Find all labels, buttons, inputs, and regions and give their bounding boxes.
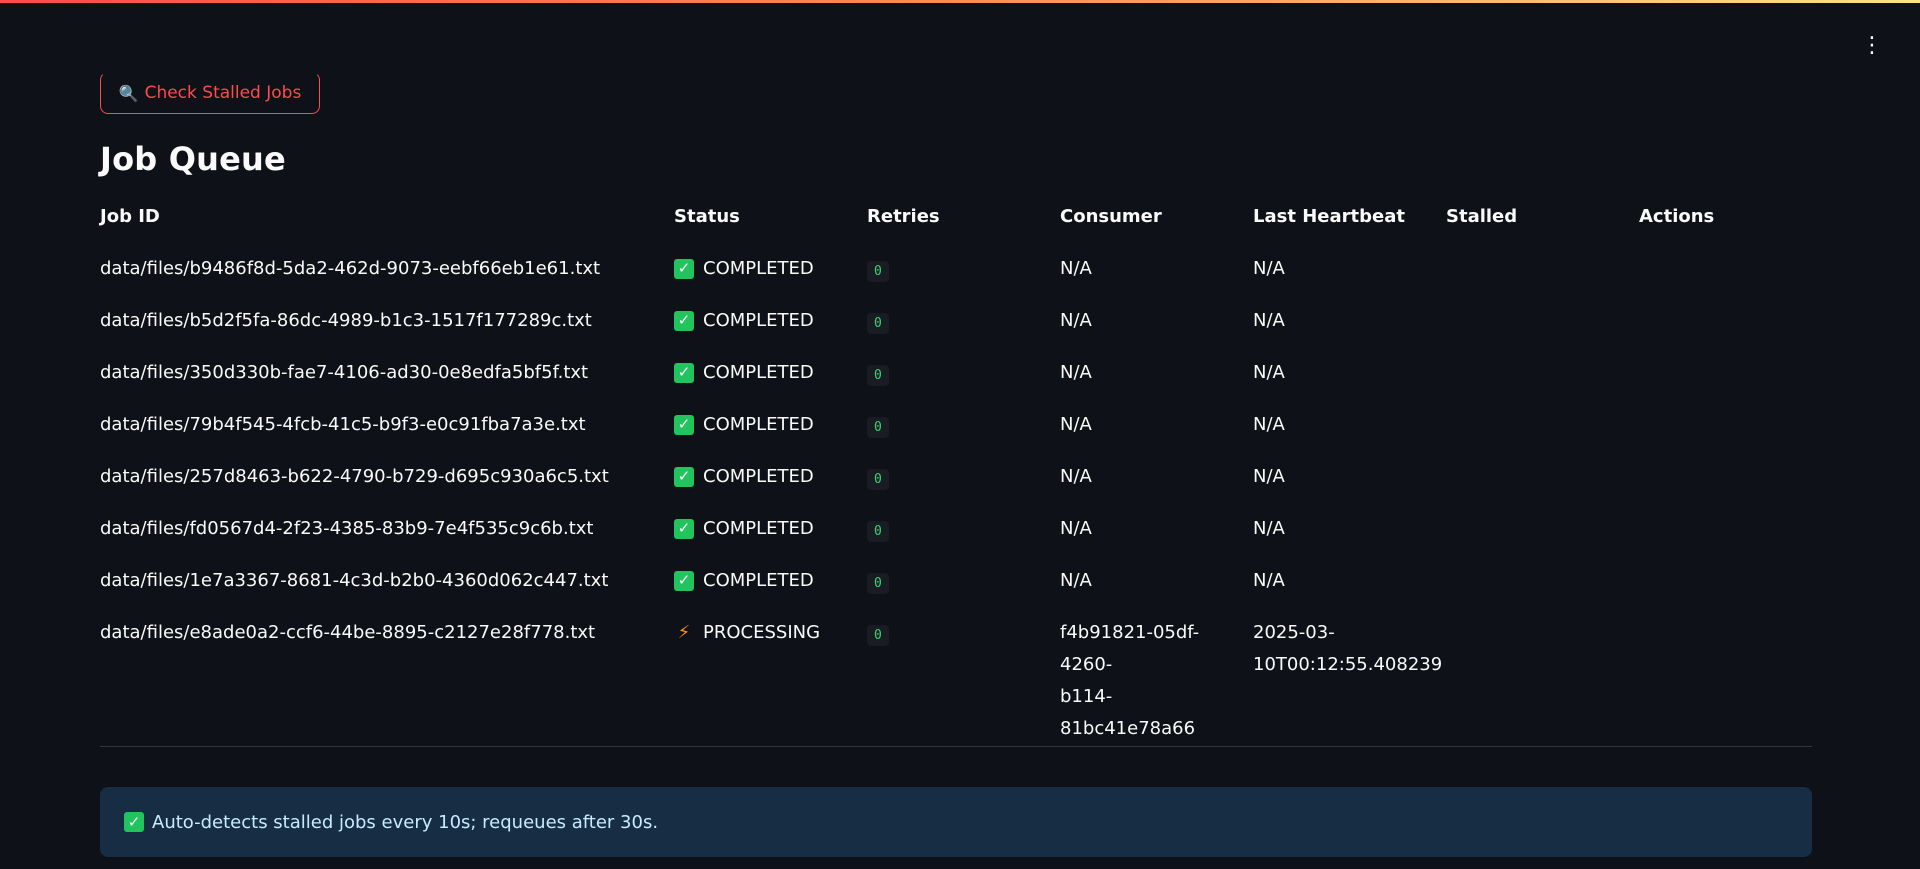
consumer-text: N/A — [1060, 518, 1092, 539]
retries-cell: 0 — [867, 414, 889, 438]
page-title: Job Queue — [100, 140, 286, 178]
header-actions: Actions — [1639, 206, 1715, 227]
retries-badge: 0 — [867, 313, 889, 334]
job-id-cell: data/files/b5d2f5fa-86dc-4989-b1c3-1517f… — [100, 310, 592, 331]
magnifier-icon: 🔍 — [118, 83, 139, 103]
check-stalled-jobs-button[interactable]: 🔍 Check Stalled Jobs — [100, 72, 320, 114]
header-consumer: Consumer — [1060, 206, 1162, 227]
heartbeat-text: 2025-03- — [1253, 622, 1335, 643]
retries-cell: 0 — [867, 570, 889, 594]
heartbeat-cell: N/A — [1253, 513, 1433, 545]
status-cell: ✓ COMPLETED — [674, 258, 814, 279]
status-text: COMPLETED — [703, 414, 814, 435]
status-text: COMPLETED — [703, 570, 814, 591]
consumer-cell: N/A — [1060, 305, 1240, 337]
job-id-cell: data/files/257d8463-b622-4790-b729-d695c… — [100, 466, 609, 487]
info-banner-text: Auto-detects stalled jobs every 10s; req… — [152, 811, 659, 833]
check-stalled-jobs-label: Check Stalled Jobs — [144, 83, 302, 103]
kebab-menu-icon[interactable]: ⋮ — [1858, 32, 1886, 60]
consumer-cell: N/A — [1060, 253, 1240, 285]
retries-badge: 0 — [867, 417, 889, 438]
retries-cell: 0 — [867, 622, 889, 646]
retries-badge: 0 — [867, 365, 889, 386]
heartbeat-text: N/A — [1253, 258, 1285, 279]
heartbeat-text: N/A — [1253, 362, 1285, 383]
status-cell: ✓ COMPLETED — [674, 570, 814, 591]
status-cell: ✓ COMPLETED — [674, 310, 814, 331]
retries-badge: 0 — [867, 573, 889, 594]
heartbeat-cell: 2025-03- 10T00:12:55.408239 — [1253, 617, 1443, 681]
heartbeat-text: N/A — [1253, 570, 1285, 591]
status-text: COMPLETED — [703, 362, 814, 383]
header-retries: Retries — [867, 206, 940, 227]
status-text: COMPLETED — [703, 466, 814, 487]
status-text: COMPLETED — [703, 258, 814, 279]
consumer-cell: N/A — [1060, 565, 1240, 597]
heartbeat-text: N/A — [1253, 310, 1285, 331]
info-banner: ✓ Auto-detects stalled jobs every 10s; r… — [100, 787, 1812, 857]
retries-cell: 0 — [867, 466, 889, 490]
consumer-cell: N/A — [1060, 409, 1240, 441]
job-id-cell: data/files/fd0567d4-2f23-4385-83b9-7e4f5… — [100, 518, 594, 539]
heartbeat-text-line-2: 10T00:12:55.408239 — [1253, 654, 1443, 675]
top-decoration-bar — [0, 0, 1920, 3]
heartbeat-cell: N/A — [1253, 409, 1433, 441]
status-text: COMPLETED — [703, 310, 814, 331]
job-id-cell: data/files/79b4f545-4fcb-41c5-b9f3-e0c91… — [100, 414, 586, 435]
heartbeat-text: N/A — [1253, 466, 1285, 487]
consumer-text: N/A — [1060, 362, 1092, 383]
consumer-text-line-2: b114-81bc41e78a66 — [1060, 686, 1196, 739]
retries-cell: 0 — [867, 310, 889, 334]
check-icon: ✓ — [674, 518, 694, 539]
status-text: COMPLETED — [703, 518, 814, 539]
check-icon: ✓ — [674, 362, 694, 383]
retries-badge: 0 — [867, 625, 889, 646]
retries-badge: 0 — [867, 521, 889, 542]
heartbeat-cell: N/A — [1253, 253, 1433, 285]
heartbeat-text: N/A — [1253, 414, 1285, 435]
check-icon: ✓ — [674, 258, 694, 279]
status-cell: ✓ COMPLETED — [674, 466, 814, 487]
check-icon: ✓ — [124, 812, 144, 832]
consumer-text: N/A — [1060, 258, 1092, 279]
job-id-cell: data/files/b9486f8d-5da2-462d-9073-eebf6… — [100, 258, 601, 279]
heartbeat-cell: N/A — [1253, 305, 1433, 337]
consumer-text: f4b91821-05df-4260- — [1060, 622, 1200, 675]
heartbeat-cell: N/A — [1253, 357, 1433, 389]
header-last-heartbeat: Last Heartbeat — [1253, 206, 1405, 227]
consumer-text: N/A — [1060, 570, 1092, 591]
heartbeat-cell: N/A — [1253, 565, 1433, 597]
check-icon: ✓ — [674, 414, 694, 435]
heartbeat-cell: N/A — [1253, 461, 1433, 493]
status-cell: ⚡ PROCESSING — [674, 622, 820, 643]
consumer-text: N/A — [1060, 414, 1092, 435]
retries-badge: 0 — [867, 261, 889, 282]
retries-badge: 0 — [867, 469, 889, 490]
consumer-cell: N/A — [1060, 357, 1240, 389]
status-cell: ✓ COMPLETED — [674, 362, 814, 383]
status-cell: ✓ COMPLETED — [674, 518, 814, 539]
consumer-cell: N/A — [1060, 513, 1240, 545]
header-stalled: Stalled — [1446, 206, 1518, 227]
retries-cell: 0 — [867, 258, 889, 282]
status-cell: ✓ COMPLETED — [674, 414, 814, 435]
consumer-text: N/A — [1060, 310, 1092, 331]
divider — [100, 746, 1812, 747]
check-icon: ✓ — [674, 466, 694, 487]
header-status: Status — [674, 206, 740, 227]
header-job-id: Job ID — [100, 206, 160, 227]
retries-cell: 0 — [867, 362, 889, 386]
check-icon: ✓ — [674, 310, 694, 331]
lightning-bolt-icon: ⚡ — [677, 622, 691, 643]
consumer-cell: N/A — [1060, 461, 1240, 493]
job-id-cell: data/files/e8ade0a2-ccf6-44be-8895-c2127… — [100, 622, 596, 643]
status-text: PROCESSING — [703, 622, 821, 643]
consumer-cell: f4b91821-05df-4260- b114-81bc41e78a66 — [1060, 617, 1240, 745]
check-icon: ✓ — [674, 570, 694, 591]
heartbeat-text: N/A — [1253, 518, 1285, 539]
job-id-cell: data/files/350d330b-fae7-4106-ad30-0e8ed… — [100, 362, 589, 383]
job-id-cell: data/files/1e7a3367-8681-4c3d-b2b0-4360d… — [100, 570, 609, 591]
consumer-text: N/A — [1060, 466, 1092, 487]
retries-cell: 0 — [867, 518, 889, 542]
